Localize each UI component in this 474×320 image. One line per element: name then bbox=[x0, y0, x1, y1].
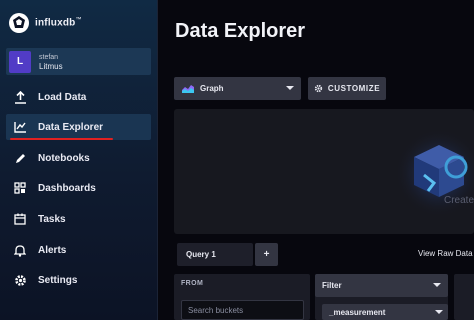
dashboards-grid-icon bbox=[13, 181, 27, 195]
filter-panel: Filter _measurement bbox=[315, 274, 448, 320]
influxdb-logo-icon bbox=[9, 13, 29, 33]
upload-icon bbox=[13, 90, 27, 104]
sidebar-item-label: Tasks bbox=[38, 213, 66, 225]
sidebar-item-label: Load Data bbox=[38, 91, 87, 103]
tab-query-1[interactable]: Query 1 bbox=[177, 243, 253, 266]
sidebar-item-settings[interactable]: Settings bbox=[6, 267, 151, 293]
user-name: stefan bbox=[39, 53, 59, 61]
sidebar-item-alerts[interactable]: Alerts bbox=[6, 237, 151, 263]
customize-label: CUSTOMIZE bbox=[327, 84, 381, 93]
org-name: Litmus bbox=[39, 61, 63, 71]
gear-icon bbox=[314, 84, 322, 93]
page-title: Data Explorer bbox=[175, 20, 306, 42]
plus-icon: + bbox=[263, 249, 270, 260]
brand-name: influxdb™ bbox=[35, 17, 82, 29]
sidebar-item-dashboards[interactable]: Dashboards bbox=[6, 175, 151, 201]
graph-empty-text: Create a bbox=[444, 195, 474, 206]
graph-area: Create a bbox=[174, 109, 474, 234]
gear-icon bbox=[13, 273, 27, 287]
next-filter-panel bbox=[454, 274, 474, 320]
brand[interactable]: influxdb™ bbox=[9, 13, 82, 33]
graph-type-label: Graph bbox=[200, 84, 224, 93]
avatar: L bbox=[9, 50, 31, 73]
query-tab-label: Query 1 bbox=[186, 250, 216, 259]
sidebar-item-notebooks[interactable]: Notebooks bbox=[6, 145, 151, 171]
sidebar-item-label: Notebooks bbox=[38, 152, 90, 164]
bell-icon bbox=[13, 243, 27, 257]
graph-line-icon bbox=[13, 120, 27, 134]
from-bucket-panel: FROM bbox=[174, 274, 310, 320]
measurement-label: _measurement bbox=[329, 307, 386, 317]
sidebar-item-label: Data Explorer bbox=[38, 121, 104, 133]
main-content: Data Explorer Graph CUSTOMIZE Create Que… bbox=[158, 0, 474, 320]
sidebar-item-data-explorer[interactable]: Data Explorer bbox=[6, 114, 151, 140]
sidebar-item-label: Dashboards bbox=[38, 182, 96, 194]
view-raw-data-toggle[interactable]: View Raw Data bbox=[418, 249, 473, 258]
graph-type-dropdown[interactable]: Graph bbox=[174, 77, 301, 100]
sidebar: influxdb™ L stefan Litmus Load Data Data… bbox=[0, 0, 158, 320]
chevron-down-icon bbox=[286, 86, 294, 90]
sidebar-item-label: Alerts bbox=[38, 244, 67, 256]
filter-label: Filter bbox=[322, 281, 342, 290]
active-nav-underline bbox=[10, 138, 113, 140]
chevron-down-icon bbox=[433, 283, 441, 287]
sidebar-item-tasks[interactable]: Tasks bbox=[6, 206, 151, 232]
sidebar-item-load-data[interactable]: Load Data bbox=[6, 84, 151, 110]
calendar-icon bbox=[13, 212, 27, 226]
add-query-button[interactable]: + bbox=[255, 243, 278, 266]
chevron-down-icon bbox=[435, 310, 443, 314]
graph-type-icon bbox=[182, 85, 194, 93]
measurement-dropdown[interactable]: _measurement bbox=[322, 304, 448, 320]
filter-dropdown[interactable]: Filter bbox=[315, 274, 448, 297]
from-label: FROM bbox=[181, 280, 204, 287]
sidebar-item-label: Settings bbox=[38, 274, 78, 286]
search-buckets-input[interactable] bbox=[181, 300, 304, 320]
customize-button[interactable]: CUSTOMIZE bbox=[308, 77, 386, 100]
user-org-switcher[interactable]: L stefan Litmus bbox=[6, 48, 151, 75]
pencil-icon bbox=[13, 151, 27, 165]
